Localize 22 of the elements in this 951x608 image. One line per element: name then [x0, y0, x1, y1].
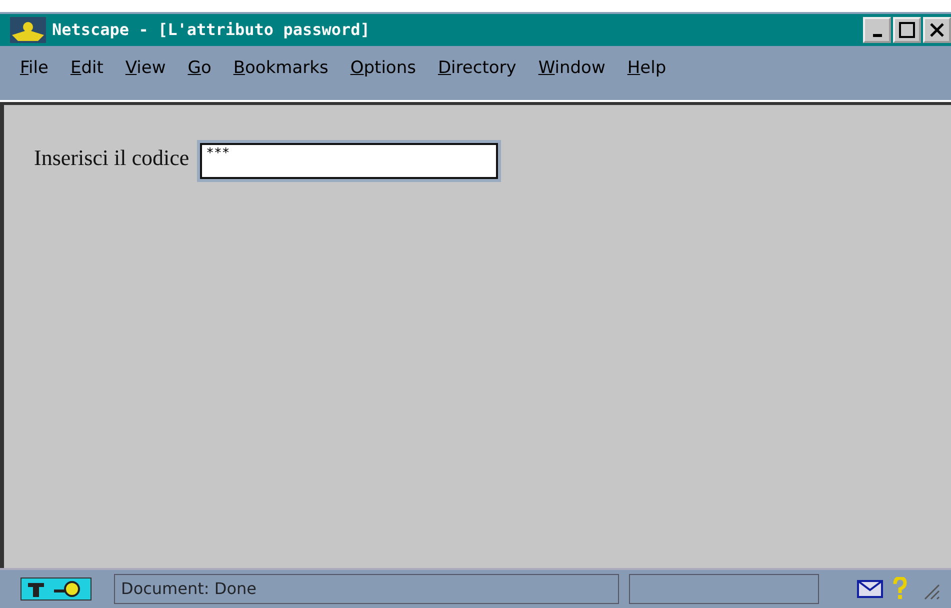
window-title: Netscape - [L'attributo password]	[52, 19, 370, 41]
app-icon	[10, 17, 46, 43]
close-icon	[929, 22, 945, 38]
security-icon[interactable]	[20, 577, 92, 601]
menu-item[interactable]: Window	[530, 56, 620, 82]
menu-item[interactable]: Directory	[430, 56, 530, 82]
maximize-button[interactable]	[893, 17, 921, 43]
minimize-icon	[872, 34, 882, 36]
minimize-button[interactable]	[863, 17, 891, 43]
menu-item[interactable]: Options	[342, 56, 430, 82]
menu-item[interactable]: Bookmarks	[225, 56, 342, 82]
maximize-icon	[899, 22, 915, 38]
menu-item[interactable]: Help	[619, 56, 680, 82]
password-field[interactable]: ***	[197, 140, 502, 182]
menu-item[interactable]: Go	[180, 56, 226, 82]
menu-item[interactable]: View	[117, 56, 180, 82]
mail-icon[interactable]	[857, 580, 883, 598]
menu-item[interactable]: Edit	[62, 56, 118, 82]
field-label: Inserisci il codice	[34, 145, 190, 170]
close-button[interactable]	[923, 17, 951, 43]
status-text: Document: Done	[114, 574, 619, 604]
menu-item[interactable]: File	[12, 56, 62, 82]
